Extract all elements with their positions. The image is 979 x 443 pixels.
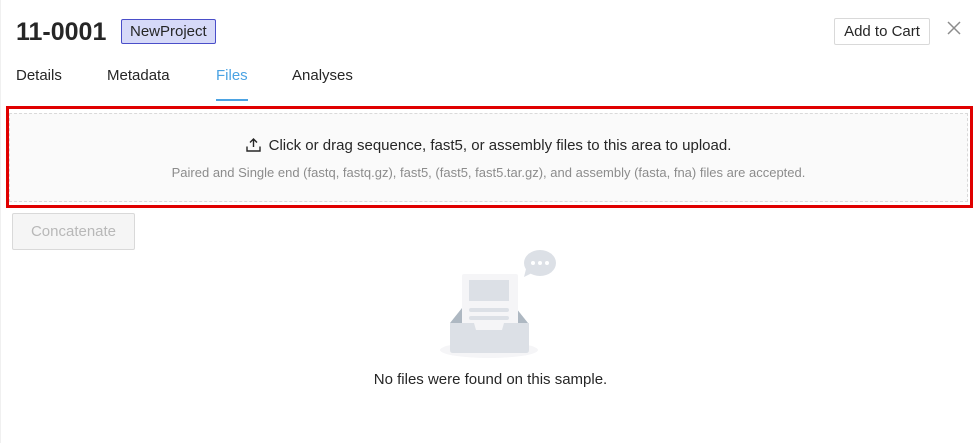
project-tag[interactable]: NewProject	[121, 19, 216, 44]
empty-inbox-icon	[438, 247, 560, 361]
sample-details-panel: 11-0001 NewProject Add to Cart Details M…	[0, 0, 979, 443]
active-tab-indicator	[216, 99, 248, 101]
tab-files[interactable]: Files	[216, 66, 248, 100]
add-to-cart-button[interactable]: Add to Cart	[834, 18, 930, 45]
close-icon[interactable]	[945, 19, 963, 37]
tab-details[interactable]: Details	[16, 66, 62, 100]
tab-bar: Details Metadata Files Analyses	[1, 60, 979, 102]
empty-state-message: No files were found on this sample.	[373, 371, 608, 388]
tab-analyses[interactable]: Analyses	[292, 66, 353, 100]
concatenate-button[interactable]: Concatenate	[12, 213, 135, 250]
sample-title: 11-0001	[16, 18, 107, 46]
tab-metadata[interactable]: Metadata	[107, 66, 170, 100]
highlight-box	[6, 106, 973, 208]
